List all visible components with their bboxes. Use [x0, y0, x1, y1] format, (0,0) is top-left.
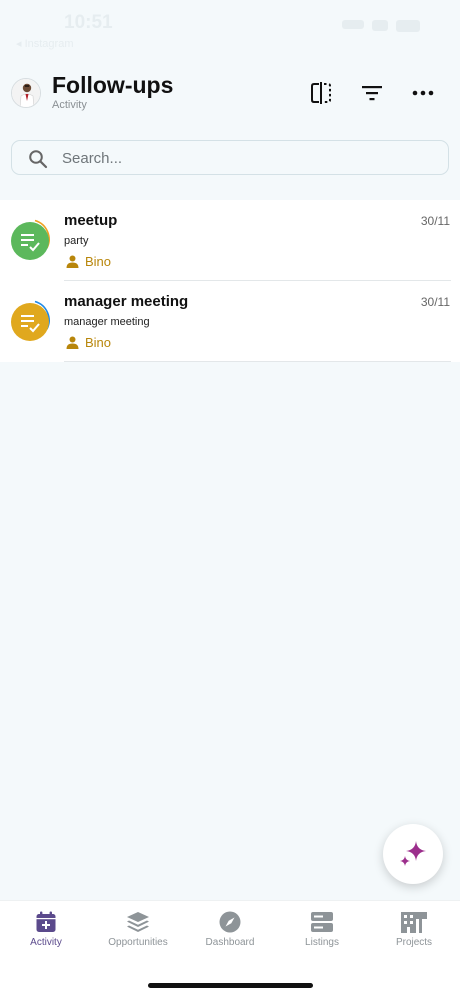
divider	[64, 361, 451, 362]
more-button[interactable]	[409, 79, 437, 107]
item-owner: Bino	[66, 335, 111, 350]
person-icon	[66, 255, 79, 268]
item-owner-name: Bino	[85, 335, 112, 350]
filter-button[interactable]	[358, 79, 386, 107]
task-status-icon	[11, 300, 50, 341]
item-date: 30/11	[420, 295, 450, 309]
back-to-app-link[interactable]: ◂ Instagram	[16, 37, 74, 50]
filter-icon	[362, 86, 382, 101]
tab-label: Opportunities	[108, 937, 168, 948]
split-view-button[interactable]	[307, 79, 335, 107]
tab-label: Listings	[305, 937, 339, 948]
wifi-icon	[372, 20, 388, 31]
avatar[interactable]	[11, 78, 41, 108]
server-icon	[311, 912, 333, 932]
follow-ups-screen: 10:51 ◂ Instagram Follow-ups Activity Se…	[0, 0, 460, 997]
tab-listings[interactable]: Listings	[276, 911, 368, 948]
followup-item[interactable]: manager meeting 30/11 manager meeting Bi…	[0, 281, 460, 362]
compass-icon	[219, 911, 241, 933]
item-date: 30/11	[420, 214, 450, 228]
more-icon	[412, 90, 434, 96]
search-input[interactable]	[62, 147, 432, 169]
tab-activity[interactable]: Activity	[0, 911, 92, 948]
item-description: party	[64, 235, 89, 247]
search-icon	[29, 150, 48, 169]
status-icons	[342, 20, 420, 32]
split-view-icon	[311, 82, 331, 104]
task-status-icon	[11, 219, 50, 260]
tab-label: Dashboard	[205, 937, 255, 948]
signal-icon	[342, 20, 364, 29]
page-subtitle: Activity	[52, 99, 87, 111]
followup-list: meetup 30/11 party Bino manager meeting …	[0, 200, 460, 362]
tab-label: Activity	[30, 937, 62, 948]
layers-icon	[127, 912, 149, 932]
followup-item[interactable]: meetup 30/11 party Bino	[0, 200, 460, 281]
sparkle-icon	[400, 841, 426, 866]
person-icon	[66, 336, 79, 349]
search-bar[interactable]	[11, 140, 449, 175]
item-title: manager meeting	[64, 293, 189, 310]
avatar-image	[12, 79, 40, 107]
tab-label: Projects	[395, 937, 433, 948]
item-owner: Bino	[66, 254, 111, 269]
tab-projects[interactable]: Projects	[368, 911, 460, 948]
item-title: meetup	[64, 212, 118, 229]
task-check-icon	[11, 222, 49, 260]
page-title: Follow-ups	[52, 72, 174, 98]
item-owner-name: Bino	[85, 254, 112, 269]
building-icon	[401, 912, 427, 933]
status-bar: 10:51 ◂ Instagram	[0, 0, 460, 56]
tab-dashboard[interactable]: Dashboard	[184, 911, 276, 948]
calendar-plus-icon	[36, 911, 56, 932]
status-time: 10:51	[64, 12, 113, 33]
ai-assistant-button[interactable]	[383, 824, 443, 884]
home-indicator[interactable]	[148, 983, 313, 988]
battery-icon	[396, 20, 420, 32]
tab-opportunities[interactable]: Opportunities	[92, 911, 184, 948]
item-description: manager meeting	[64, 316, 150, 328]
task-check-icon	[11, 303, 49, 341]
